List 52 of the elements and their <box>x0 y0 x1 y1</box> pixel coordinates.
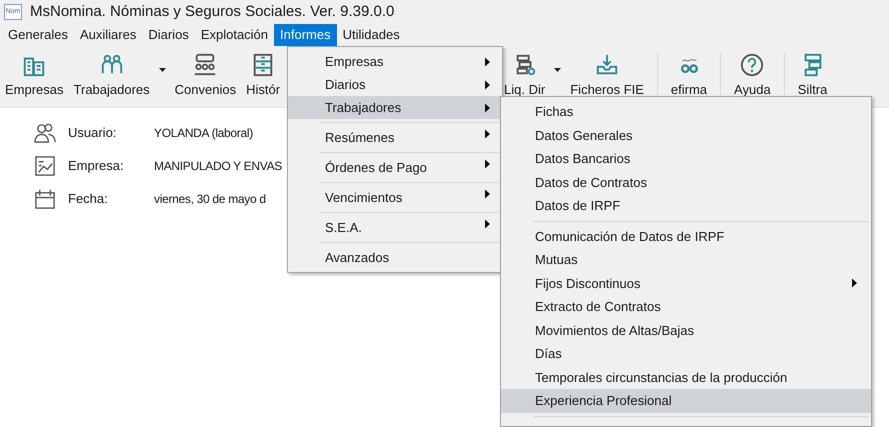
submenu-arrow-icon <box>485 220 490 228</box>
help-icon <box>740 53 764 78</box>
submenu-arrow-icon <box>485 80 490 89</box>
info-value: viernes, 30 de mayo d <box>154 191 266 208</box>
info-label: Empresa: <box>68 157 125 176</box>
menu-item[interactable]: Movimientos de Altas/Bajas <box>501 318 871 342</box>
menu-item[interactable]: Trabajadores <box>288 96 502 119</box>
calendar-icon <box>34 188 56 210</box>
menu-item[interactable]: Datos Bancarios <box>501 147 871 170</box>
menu-item[interactable]: Auxiliares <box>74 24 142 46</box>
submenu-arrow-icon <box>485 160 490 168</box>
menu-item[interactable]: Datos de IRPF <box>501 194 871 218</box>
submenu-arrow-icon <box>485 130 490 138</box>
menu-item[interactable]: Generales <box>2 24 74 46</box>
submenu-arrow-icon <box>852 278 857 288</box>
menu-item[interactable]: Explotación <box>194 24 274 46</box>
dropdown-caret-icon <box>158 68 166 72</box>
menu-item[interactable]: Fijos Discontinuos <box>501 272 871 295</box>
info-value: MANIPULADO Y ENVAS <box>154 158 282 175</box>
menu-item[interactable]: Diarios <box>288 73 502 96</box>
info-value: YOLANDA (laboral) <box>154 125 253 142</box>
menu-item[interactable]: Experiencia Profesional <box>501 389 871 412</box>
submenu-arrow-icon <box>485 57 490 66</box>
menu-item[interactable]: Comunicación de Datos de IRPF <box>501 218 871 248</box>
menu-item[interactable]: Días <box>501 342 871 366</box>
menu-item[interactable]: Resúmenes <box>288 119 502 149</box>
toolbar-button[interactable]: Histór <box>241 46 286 107</box>
meeting-icon <box>193 53 218 78</box>
window-title: MsNomina. Nóminas y Seguros Sociales. Ver. 9.39.0.0 <box>30 2 394 22</box>
menu-item[interactable]: Temporales circunstancias de la producción <box>501 366 871 389</box>
menu-item[interactable]: Órdenes de Pago <box>288 149 502 179</box>
dropdown-caret-icon <box>554 68 562 72</box>
users-icon <box>34 122 56 144</box>
menu-item[interactable]: Empresas <box>288 50 502 73</box>
menu-item[interactable]: Informes <box>274 24 337 46</box>
menu-item[interactable]: Diarios <box>142 24 195 46</box>
menu-item[interactable]: Mutuas <box>501 248 871 272</box>
menu-item[interactable]: Vencimientos <box>288 179 502 209</box>
submenu-arrow-icon <box>485 103 490 112</box>
menu-item[interactable]: S.E.A. <box>288 209 502 239</box>
menu-item[interactable]: Utilidades <box>336 24 406 46</box>
chart-icon <box>34 155 56 177</box>
menu-item[interactable]: Datos de Contratos <box>501 170 871 194</box>
toolbar-button[interactable]: Trabajadores <box>68 46 170 107</box>
submenu-arrow-icon <box>485 190 490 198</box>
menu-item[interactable]: Avanzados <box>288 239 502 269</box>
menu-item[interactable]: Extracto de Contratos <box>501 295 871 318</box>
menu-item[interactable]: Datos Generales <box>501 124 871 147</box>
info-label: Fecha: <box>68 190 109 208</box>
toolbar-button[interactable]: Empresas <box>0 46 69 107</box>
toolbar-button[interactable]: Convenios <box>170 46 242 107</box>
info-label: Usuario: <box>68 124 118 142</box>
